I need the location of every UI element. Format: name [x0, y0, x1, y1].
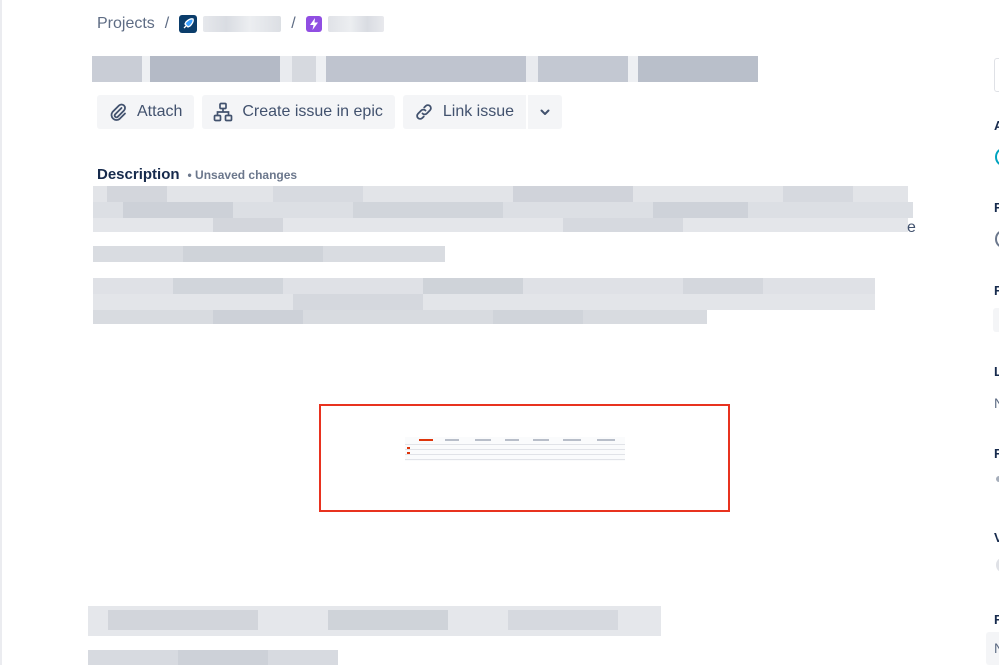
thumb-header-cell — [445, 439, 459, 441]
breadcrumb-separator: / — [291, 15, 296, 32]
thumb-row-line — [405, 444, 625, 445]
description-paragraph-redacted-3[interactable] — [88, 606, 668, 665]
unsaved-changes-indicator: • Unsaved changes — [187, 168, 298, 182]
epic-key-redacted — [327, 16, 384, 32]
page-left-border — [0, 0, 2, 665]
thumb-header-cell — [533, 439, 549, 441]
thumb-header-cell — [475, 439, 491, 441]
embedded-table-screenshot[interactable] — [405, 437, 625, 461]
rail-field-chip[interactable] — [993, 308, 999, 332]
hierarchy-icon — [212, 101, 234, 123]
attach-button-label: Attach — [137, 103, 183, 120]
rail-field-value: N — [994, 640, 999, 656]
thumb-header-cell — [505, 439, 519, 441]
breadcrumb: Projects / / — [97, 14, 384, 34]
link-icon — [413, 101, 435, 123]
rail-field-label: F — [994, 200, 999, 215]
breadcrumb-epic[interactable] — [305, 16, 384, 32]
project-avatar-icon — [179, 15, 198, 33]
project-name-redacted — [203, 16, 282, 32]
description-paragraph-redacted[interactable] — [93, 186, 913, 264]
breadcrumb-projects-link[interactable]: Projects — [97, 15, 155, 33]
link-issue-split-button: Link issue — [402, 95, 563, 129]
description-paragraph-redacted-2[interactable] — [93, 278, 893, 326]
link-issue-dropdown-button[interactable] — [528, 95, 563, 129]
rail-field-label: L — [994, 364, 999, 379]
thumb-header-cell — [563, 439, 581, 441]
thumb-row-line — [405, 459, 625, 460]
thumb-header-cell — [597, 439, 615, 441]
create-issue-in-epic-button[interactable]: Create issue in epic — [202, 95, 395, 129]
description-title: Description — [97, 166, 180, 183]
breadcrumb-separator: / — [164, 15, 170, 32]
thumb-row-marker — [407, 452, 410, 454]
issue-toolbar: Attach Create issue in epic Link issue — [97, 95, 563, 129]
thumb-row-line — [405, 449, 625, 450]
description-header: Description • Unsaved changes — [97, 166, 297, 183]
rail-field-value[interactable]: N — [994, 395, 999, 411]
chevron-down-icon — [538, 105, 552, 119]
thumb-row-marker — [407, 447, 410, 449]
rail-field-label: V — [994, 530, 999, 545]
rail-field-label: F — [994, 446, 999, 461]
rail-bottom-field[interactable]: N — [986, 632, 999, 665]
epic-lightning-icon — [305, 16, 322, 32]
link-issue-button-label: Link issue — [442, 103, 515, 120]
rail-field-label: F — [994, 283, 999, 298]
thumb-row-line — [405, 454, 625, 455]
thumb-header-cell — [419, 439, 433, 441]
create-issue-button-label: Create issue in epic — [242, 103, 383, 120]
rail-field-label: A — [994, 118, 999, 133]
rail-field-label: F — [994, 612, 999, 627]
attach-button[interactable]: Attach — [97, 95, 195, 129]
paragraph-trailing-char: e — [907, 219, 916, 236]
breadcrumb-project[interactable] — [179, 15, 282, 33]
paperclip-icon — [107, 101, 129, 123]
issue-title-redacted[interactable] — [92, 56, 758, 82]
link-issue-button[interactable]: Link issue — [402, 95, 527, 129]
